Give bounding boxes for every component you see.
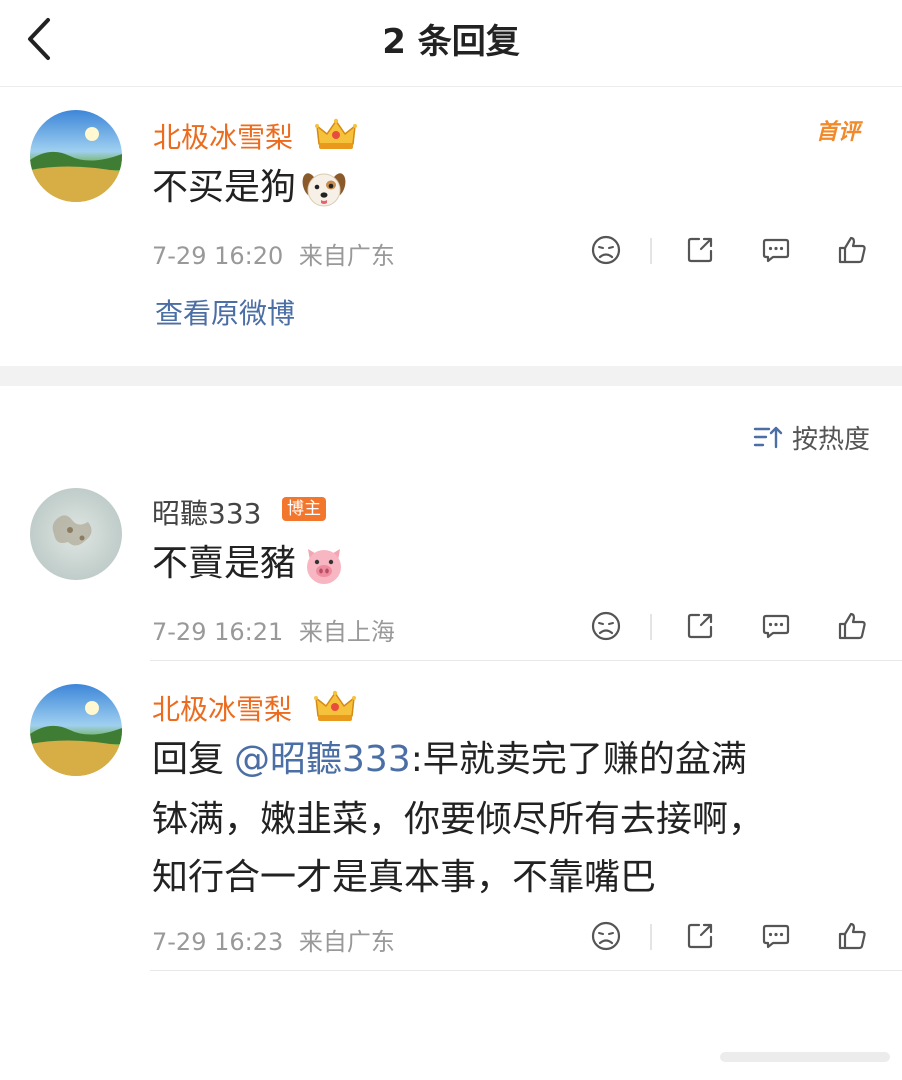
divider [650, 238, 652, 264]
divider [650, 614, 652, 640]
comment-time: 7-29 16:23 [152, 928, 284, 956]
first-comment-badge: 首评 [816, 120, 861, 145]
share-icon[interactable] [682, 608, 718, 644]
dog-emoji-icon [300, 165, 348, 213]
share-icon[interactable] [682, 918, 718, 954]
pig-emoji-icon [300, 541, 348, 589]
like-icon[interactable] [834, 232, 870, 268]
comment-icon[interactable] [758, 608, 794, 644]
comment-text-body: 不賣是豬 [152, 543, 297, 584]
like-icon[interactable] [834, 608, 870, 644]
avatar[interactable] [30, 488, 122, 580]
home-indicator [720, 1052, 890, 1062]
page-title: 2 条回复 [382, 22, 520, 62]
author-badge: 博主 [282, 497, 326, 521]
dislike-icon[interactable] [588, 918, 624, 954]
sort-button[interactable]: 按热度 [752, 420, 871, 455]
dislike-icon[interactable] [588, 232, 624, 268]
comment-time: 7-29 16:21 [152, 618, 284, 646]
sort-icon [753, 426, 783, 449]
comment-text-line: 知行合一才是真本事，不靠嘴巴 [152, 857, 657, 898]
comment-text: 回复 @昭聽333:早就卖完了赚的盆满 [152, 730, 747, 790]
divider [150, 970, 902, 971]
crown-icon [314, 116, 358, 152]
comment-location: 来自上海 [298, 618, 395, 646]
comment-meta: 7-29 16:23 来自广东 [152, 922, 395, 957]
section-divider [0, 366, 902, 386]
view-original-link[interactable]: 查看原微博 [155, 292, 295, 332]
avatar[interactable] [30, 684, 122, 776]
like-icon[interactable] [834, 918, 870, 954]
username[interactable]: 昭聽333 [152, 492, 261, 532]
comment-meta: 7-29 16:20 来自广东 [152, 236, 395, 271]
comment-icon[interactable] [758, 232, 794, 268]
dislike-icon[interactable] [588, 608, 624, 644]
crown-icon [313, 688, 357, 724]
comment-text: 不买是狗 [152, 158, 348, 218]
comment-text: 不賣是豬 [152, 534, 348, 594]
divider [150, 660, 902, 661]
sort-label: 按热度 [792, 424, 871, 455]
comment-meta: 7-29 16:21 来自上海 [152, 612, 395, 647]
mention-link[interactable]: @昭聽333 [234, 739, 411, 780]
top-bar: 2 条回复 [0, 0, 902, 87]
reply-prefix: 回复 [152, 739, 225, 780]
comment-text-body: 不买是狗 [152, 167, 297, 208]
comment-location: 来自广东 [298, 928, 395, 956]
comment-text-line: 钵满，嫩韭菜，你要倾尽所有去接啊， [152, 799, 765, 840]
share-icon[interactable] [682, 232, 718, 268]
comment-location: 来自广东 [298, 242, 395, 270]
avatar[interactable] [30, 110, 122, 202]
username[interactable]: 北极冰雪梨 [152, 688, 292, 728]
username[interactable]: 北极冰雪梨 [153, 116, 293, 156]
comment-time: 7-29 16:20 [152, 242, 284, 270]
divider [650, 924, 652, 950]
comment-text-line: :早就卖完了赚的盆满 [410, 739, 747, 780]
comment-icon[interactable] [758, 918, 794, 954]
